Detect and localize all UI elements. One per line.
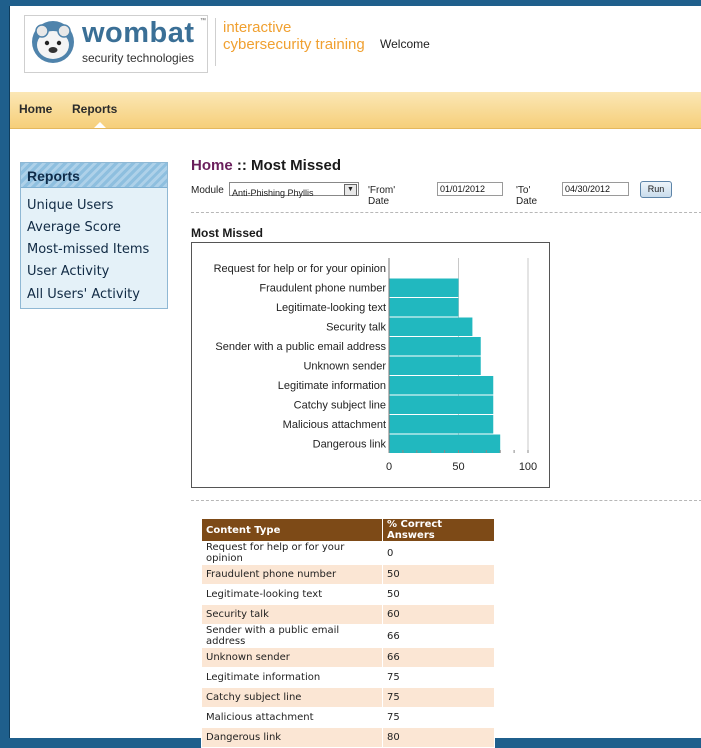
category-label: Sender with a public email address <box>215 341 386 353</box>
cell-correct-answers: 50 <box>382 584 495 605</box>
tagline-line-2: cybersecurity training <box>223 36 365 53</box>
sidebar-item-all-users-activity[interactable]: All Users' Activity <box>27 287 140 302</box>
cell-content-type: Request for help or for your opinion <box>201 541 383 565</box>
category-label: Security talk <box>326 321 386 333</box>
cell-correct-answers: 75 <box>382 667 495 688</box>
cell-correct-answers: 75 <box>382 707 495 728</box>
cell-content-type: Unknown sender <box>201 647 383 668</box>
sidebar-item-unique-users[interactable]: Unique Users <box>27 198 113 213</box>
bar <box>389 317 473 336</box>
cell-content-type: Legitimate information <box>201 667 383 688</box>
app-frame: wombat ™ security technologies interacti… <box>9 6 701 748</box>
wombat-logo[interactable]: wombat ™ security technologies <box>24 15 208 73</box>
results-table: Content Type % Correct Answers Request f… <box>201 518 495 748</box>
module-label: Module <box>191 185 224 196</box>
bar <box>389 337 481 356</box>
category-label: Malicious attachment <box>283 419 386 431</box>
category-label: Request for help or for your opinion <box>214 263 386 275</box>
to-date-label: 'To' Date <box>516 185 538 207</box>
table-row: Legitimate information 75 <box>201 667 495 688</box>
category-label: Dangerous link <box>313 438 387 450</box>
table-row: Security talk 60 <box>201 604 495 625</box>
bar <box>389 278 459 297</box>
to-date-input[interactable]: 04/30/2012 <box>562 182 629 196</box>
cell-correct-answers: 66 <box>382 624 495 648</box>
tagline: interactive cybersecurity training <box>223 19 365 53</box>
from-date-label: 'From' Date <box>368 185 396 207</box>
table-row: Request for help or for your opinion 0 <box>201 541 495 565</box>
trademark-mark: ™ <box>200 18 206 24</box>
table-body: Request for help or for your opinion 0 Fra… <box>201 541 495 748</box>
cell-correct-answers: 50 <box>382 564 495 585</box>
category-label: Catchy subject line <box>294 399 386 411</box>
module-select[interactable]: Anti-Phishing Phyllis ▼ <box>229 182 359 198</box>
nav-active-pointer <box>94 122 106 128</box>
nav-home[interactable]: Home <box>19 102 52 116</box>
bar <box>389 415 494 434</box>
nav-reports[interactable]: Reports <box>72 102 117 116</box>
logo-subtitle: security technologies <box>82 51 195 65</box>
module-select-value: Anti-Phishing Phyllis <box>232 188 314 198</box>
top-nav: Home Reports <box>10 92 701 129</box>
table-row: Catchy subject line 75 <box>201 687 495 708</box>
sidebar-item-average-score[interactable]: Average Score <box>27 220 121 235</box>
cell-correct-answers: 75 <box>382 687 495 708</box>
column-header-content-type: Content Type <box>201 518 383 542</box>
header-divider <box>215 18 216 66</box>
bar <box>389 298 459 317</box>
category-label: Fraudulent phone number <box>259 282 386 294</box>
cell-content-type: Security talk <box>201 604 383 625</box>
cell-content-type: Fraudulent phone number <box>201 564 383 585</box>
wombat-mascot-icon <box>32 21 74 63</box>
divider-top <box>191 212 701 213</box>
column-header-correct-answers: % Correct Answers <box>382 518 495 542</box>
table-header-row: Content Type % Correct Answers <box>201 518 495 542</box>
tagline-line-1: interactive <box>223 19 292 36</box>
breadcrumb-home[interactable]: Home <box>191 157 233 174</box>
cell-content-type: Sender with a public email address <box>201 624 383 648</box>
bar <box>389 376 494 395</box>
category-label: Legitimate-looking text <box>276 302 386 314</box>
cell-content-type: Malicious attachment <box>201 707 383 728</box>
logo-wordmark: wombat <box>82 17 195 49</box>
page-title: Home :: Most Missed <box>191 157 341 174</box>
run-button[interactable]: Run <box>640 181 672 198</box>
bar <box>389 356 481 375</box>
breadcrumb-current: Most Missed <box>251 157 342 174</box>
most-missed-chart: Request for help or for your opinion Frau… <box>191 242 550 488</box>
breadcrumb-separator: :: <box>232 157 252 174</box>
bar <box>389 395 494 414</box>
x-tick-label: 50 <box>452 461 464 473</box>
sidebar-item-user-activity[interactable]: User Activity <box>27 264 109 279</box>
chart-svg: Request for help or for your opinion Frau… <box>214 258 537 473</box>
category-label: Unknown sender <box>303 360 386 372</box>
x-tick-label: 0 <box>386 461 392 473</box>
cell-correct-answers: 0 <box>382 541 495 565</box>
chevron-down-icon[interactable]: ▼ <box>344 184 357 196</box>
table-row: Malicious attachment 75 <box>201 707 495 728</box>
table-row: Fraudulent phone number 50 <box>201 564 495 585</box>
cell-correct-answers: 60 <box>382 604 495 625</box>
category-label: Legitimate information <box>278 380 386 392</box>
table-row: Legitimate-looking text 50 <box>201 584 495 605</box>
divider-bottom <box>191 500 701 501</box>
sidebar-item-most-missed-items[interactable]: Most-missed Items <box>27 242 149 257</box>
cell-correct-answers: 66 <box>382 647 495 668</box>
section-title: Most Missed <box>191 226 264 240</box>
sidebar-title: Reports <box>27 168 80 184</box>
table-row: Unknown sender 66 <box>201 647 495 668</box>
reports-sidebar: Reports Unique Users Average Score Most-… <box>20 162 168 309</box>
cell-content-type: Catchy subject line <box>201 687 383 708</box>
welcome-text: Welcome <box>380 37 430 51</box>
cell-content-type: Legitimate-looking text <box>201 584 383 605</box>
table-row: Sender with a public email address 66 <box>201 624 495 648</box>
from-date-input[interactable]: 01/01/2012 <box>437 182 503 196</box>
x-tick-label: 100 <box>519 461 537 473</box>
